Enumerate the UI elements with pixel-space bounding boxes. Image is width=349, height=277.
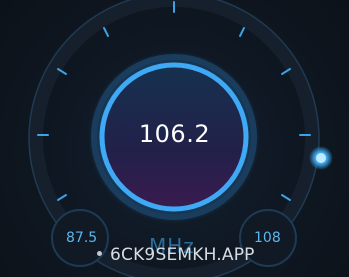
watermark-text: 6CK9SEMKH.APP xyxy=(110,245,255,265)
max-frequency-label: 108 xyxy=(254,230,281,246)
min-frequency-label: 87.5 xyxy=(66,230,98,246)
watermark: 6CK9SEMKH.APP xyxy=(97,245,255,265)
bullet-icon xyxy=(97,250,102,256)
frequency-readout: 106.2 xyxy=(138,120,211,148)
slider-handle[interactable] xyxy=(316,153,326,163)
radio-tuner-screen: 106.2 87.5 108 MHz 6CK9SEMKH.APP xyxy=(0,0,349,277)
